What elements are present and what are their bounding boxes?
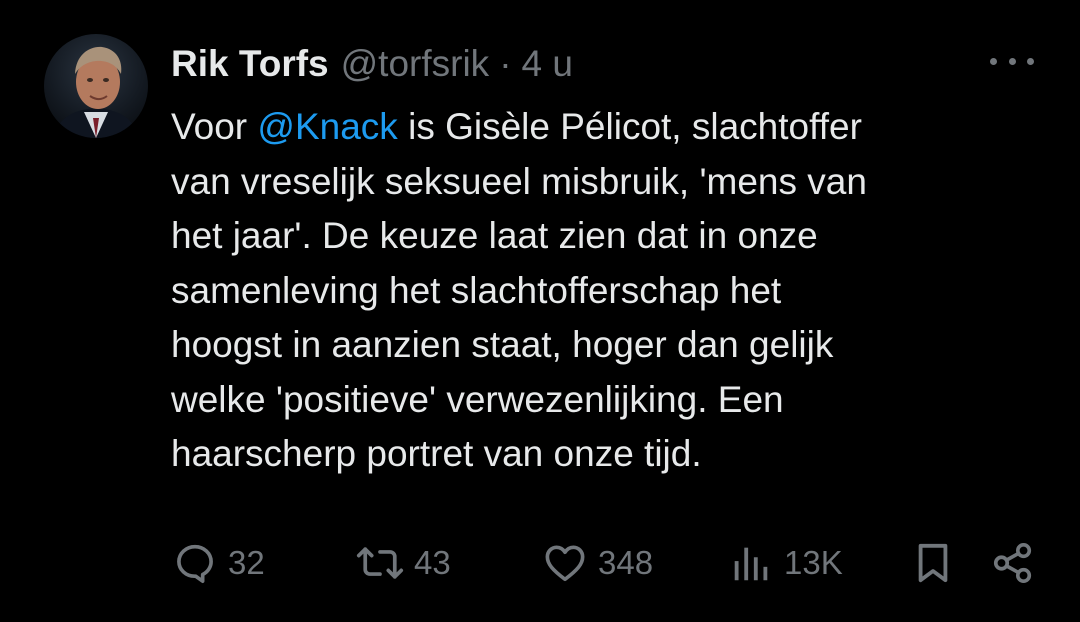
tweet-text-line: samenleving het slachtofferschap het	[171, 269, 782, 311]
separator-dot: ·	[499, 43, 512, 84]
tweet-text-line: Voor @Knack is Gisèle Pélicot, slachtoff…	[171, 106, 862, 147]
tweet-text: Voor @Knack is Gisèle Pélicot, slachtoff…	[171, 100, 1051, 482]
tweet[interactable]: Rik Torfs @torfsrik · 4 u Voor @Knack is…	[0, 0, 1080, 622]
views-count: 13K	[784, 544, 843, 581]
tweet-text-line: haarscherp portret van onze tijd.	[171, 433, 702, 474]
more-horizontal-icon	[990, 57, 997, 65]
repost-button[interactable]: 43	[356, 535, 451, 591]
tweet-text-line: het jaar'. De keuze laat zien dat in onz…	[171, 215, 818, 256]
bookmark-icon	[918, 543, 948, 583]
views-button[interactable]: 13K	[728, 535, 843, 591]
reply-icon	[177, 544, 213, 584]
share-button[interactable]	[990, 535, 1036, 591]
author-handle[interactable]: @torfsrik	[341, 40, 490, 88]
more-options-button[interactable]	[990, 48, 1034, 74]
avatar-portrait-image	[54, 46, 138, 138]
tweet-text-line: welke 'positieve' verwezenlijking. Een	[171, 378, 784, 420]
action-bar: 32 43 348 13K	[0, 535, 1080, 591]
timestamp[interactable]: 4 u	[522, 40, 573, 88]
views-icon	[734, 547, 768, 581]
share-icon	[993, 542, 1032, 584]
bookmark-button[interactable]	[912, 535, 954, 591]
reply-button[interactable]: 32	[172, 535, 265, 591]
heart-icon	[545, 545, 585, 582]
mention-link[interactable]: @Knack	[257, 106, 397, 147]
like-count: 348	[598, 544, 654, 581]
tweet-text-line: hoogst in aanzien staat, hoger dan gelij…	[171, 324, 834, 365]
reply-count: 32	[228, 544, 265, 581]
tweet-header: Rik Torfs @torfsrik · 4 u	[171, 40, 573, 88]
repost-count: 43	[414, 544, 451, 581]
like-button[interactable]: 348	[542, 535, 653, 591]
author-name[interactable]: Rik Torfs	[171, 40, 329, 88]
tweet-text-line: van vreselijk seksueel misbruik, 'mens v…	[171, 160, 867, 202]
repost-icon	[356, 547, 404, 579]
avatar[interactable]	[44, 34, 148, 138]
